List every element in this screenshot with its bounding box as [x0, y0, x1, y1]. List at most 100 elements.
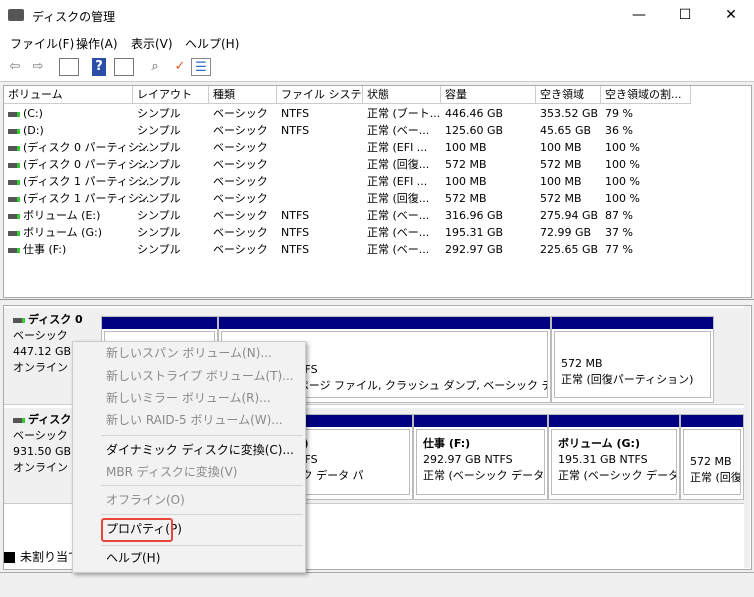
context-menu-item[interactable]: ダイナミック ディスクに変換(C)... — [106, 440, 294, 460]
scrollbar[interactable] — [744, 306, 750, 568]
menu-view[interactable]: 表示(V) — [131, 35, 173, 52]
console-tree-icon[interactable] — [59, 58, 79, 76]
column-header-capacity[interactable]: 容量 — [441, 86, 536, 104]
back-icon[interactable]: ⇦ — [5, 58, 25, 76]
volume-cell: 正常 (ベー... — [367, 122, 429, 139]
cell-text: ボリューム (G:) — [23, 226, 102, 239]
volume-cell: ベーシック — [213, 105, 268, 122]
partition-text: 仕事 (F:) — [423, 437, 471, 450]
volume-cell: シンプル — [137, 207, 181, 224]
cell-text: ベーシック — [213, 141, 268, 154]
context-menu-item[interactable]: 新しい RAID-5 ボリューム(W)... — [106, 410, 283, 430]
cell-text: ベーシック — [213, 107, 268, 120]
cell-text: 195.31 GB — [445, 226, 504, 239]
menu-file[interactable]: ファイル(F) — [10, 35, 74, 52]
column-header-volume[interactable]: ボリューム — [4, 86, 133, 104]
volume-cell: (D:) — [8, 122, 44, 139]
properties-list-icon[interactable]: ☰ — [191, 58, 211, 76]
properties-highlight — [101, 518, 173, 542]
cell-text: (ディスク 1 パーティシ... — [23, 175, 150, 188]
context-menu-item[interactable]: 新しいミラー ボリューム(R)... — [106, 388, 271, 408]
cell-text: 正常 (ベー... — [367, 226, 430, 239]
drive-icon — [8, 247, 20, 253]
cell-text: 353.52 GB — [540, 107, 599, 120]
column-header-layout[interactable]: レイアウト — [133, 86, 209, 104]
maximize-button[interactable]: ☐ — [662, 0, 708, 32]
partition-recovery[interactable]: 572 MB 正常 (回復パーティション) — [551, 316, 714, 403]
volume-cell: 225.65 GB — [540, 241, 598, 258]
cell-text: NTFS — [281, 226, 310, 239]
partition-size: 572 MB — [561, 357, 603, 370]
column-header-filesystem[interactable]: ファイル システム — [277, 86, 363, 104]
volume-cell: 100 MB — [445, 173, 487, 190]
close-button[interactable]: ✕ — [708, 0, 754, 32]
volume-row[interactable]: (ディスク 1 パーティシ... シンプル ベーシック 正常 (回復... 572 MB… — [4, 190, 704, 207]
volume-cell: シンプル — [137, 241, 181, 258]
cell-text: 100 MB — [445, 141, 487, 154]
window-title: ディスクの管理 — [32, 10, 116, 24]
volume-row[interactable]: (ディスク 1 パーティシ... シンプル ベーシック 正常 (EFI ... 100 … — [4, 173, 704, 190]
context-menu-item[interactable]: ヘルプ(H) — [106, 548, 160, 568]
connect-icon[interactable]: ⌕ — [145, 58, 165, 76]
volume-cell: シンプル — [137, 156, 181, 173]
volume-cell: 100 % — [605, 173, 640, 190]
volume-cell: 292.97 GB — [445, 241, 503, 258]
volume-row[interactable]: ボリューム (E:) シンプル ベーシック NTFS 正常 (ベー... 316.96 G… — [4, 207, 704, 224]
drive-icon — [8, 162, 20, 168]
forward-icon[interactable]: ⇨ — [28, 58, 48, 76]
partition-text: 正常 (ベーシック データ パ — [558, 469, 677, 482]
column-header-free[interactable]: 空き領域 — [536, 86, 601, 104]
minimize-button[interactable]: — — [616, 0, 662, 32]
column-header-free-percent[interactable]: 空き領域の割... — [601, 86, 691, 104]
volume-cell: 36 % — [605, 122, 633, 139]
help-icon[interactable]: ? — [92, 58, 106, 76]
context-menu-item[interactable]: 新しいスパン ボリューム(N)... — [106, 343, 272, 363]
cell-text: 正常 (回復... — [367, 158, 430, 171]
partition-text: 572 MB — [690, 455, 732, 468]
volume-row[interactable]: ボリューム (G:) シンプル ベーシック NTFS 正常 (ベー... 195.31 G… — [4, 224, 704, 241]
cell-text: ベーシック — [213, 175, 268, 188]
volume-row[interactable]: 仕事 (F:) シンプル ベーシック NTFS 正常 (ベー... 292.97 GB 22… — [4, 241, 704, 258]
column-header-status[interactable]: 状態 — [363, 86, 441, 104]
column-header-type[interactable]: 種類 — [209, 86, 277, 104]
volume-cell: 572 MB — [445, 156, 487, 173]
partition-g[interactable]: ボリューム (G:) 195.31 GB NTFS 正常 (ベーシック データ パ — [548, 414, 680, 500]
cell-text: 79 % — [605, 107, 633, 120]
cell-text: ベーシック — [213, 209, 268, 222]
volume-cell: 100 MB — [540, 173, 582, 190]
volume-cell: ボリューム (G:) — [8, 224, 102, 241]
check-icon[interactable]: ✓ — [170, 58, 190, 76]
cell-text: 正常 (ベー... — [367, 124, 430, 137]
volume-row[interactable]: (C:) シンプル ベーシック NTFS 正常 (ブート... 446.46 GB 353.… — [4, 105, 704, 122]
cell-text: 100 MB — [540, 175, 582, 188]
menu-help[interactable]: ヘルプ(H) — [185, 35, 239, 52]
partition-text: 正常 (ベーシック データ パ — [423, 469, 545, 482]
partition-recovery[interactable]: 572 MB 正常 (回復 — [680, 414, 744, 500]
context-menu-item[interactable]: 新しいストライプ ボリューム(T)... — [106, 366, 294, 386]
menu-separator — [101, 545, 303, 546]
partition-text: 正常 (回復 — [690, 471, 741, 484]
volume-cell: シンプル — [137, 224, 181, 241]
cell-text: 正常 (EFI ... — [367, 141, 428, 154]
volume-row[interactable]: (ディスク 0 パーティシ... シンプル ベーシック 正常 (EFI ... 100 … — [4, 139, 704, 156]
drive-icon — [8, 230, 20, 236]
volume-row[interactable]: (D:) シンプル ベーシック NTFS 正常 (ベー... 125.60 GB 45.65… — [4, 122, 704, 139]
partition-text: 292.97 GB NTFS — [423, 453, 513, 466]
context-menu-item[interactable]: MBR ディスクに変換(V) — [106, 462, 237, 482]
drive-icon — [8, 213, 20, 219]
menu-action[interactable]: 操作(A) — [76, 35, 118, 52]
disk-name: ディスク 0 — [28, 313, 83, 326]
cell-text: 37 % — [605, 226, 633, 239]
cell-text: 100 MB — [445, 175, 487, 188]
volume-cell: 125.60 GB — [445, 122, 503, 139]
volume-cell: 100 MB — [540, 139, 582, 156]
cell-text: 572 MB — [445, 192, 487, 205]
volume-cell: 79 % — [605, 105, 633, 122]
context-menu-item[interactable]: オフライン(O) — [106, 490, 185, 510]
action-pane-icon[interactable] — [114, 58, 134, 76]
volume-cell: NTFS — [281, 207, 309, 224]
volume-row[interactable]: (ディスク 0 パーティシ... シンプル ベーシック 正常 (回復... 572 MB… — [4, 156, 704, 173]
volume-cell: NTFS — [281, 122, 309, 139]
partition-f[interactable]: 仕事 (F:) 292.97 GB NTFS 正常 (ベーシック データ パ — [413, 414, 548, 500]
volume-cell: 正常 (EFI ... — [367, 139, 427, 156]
